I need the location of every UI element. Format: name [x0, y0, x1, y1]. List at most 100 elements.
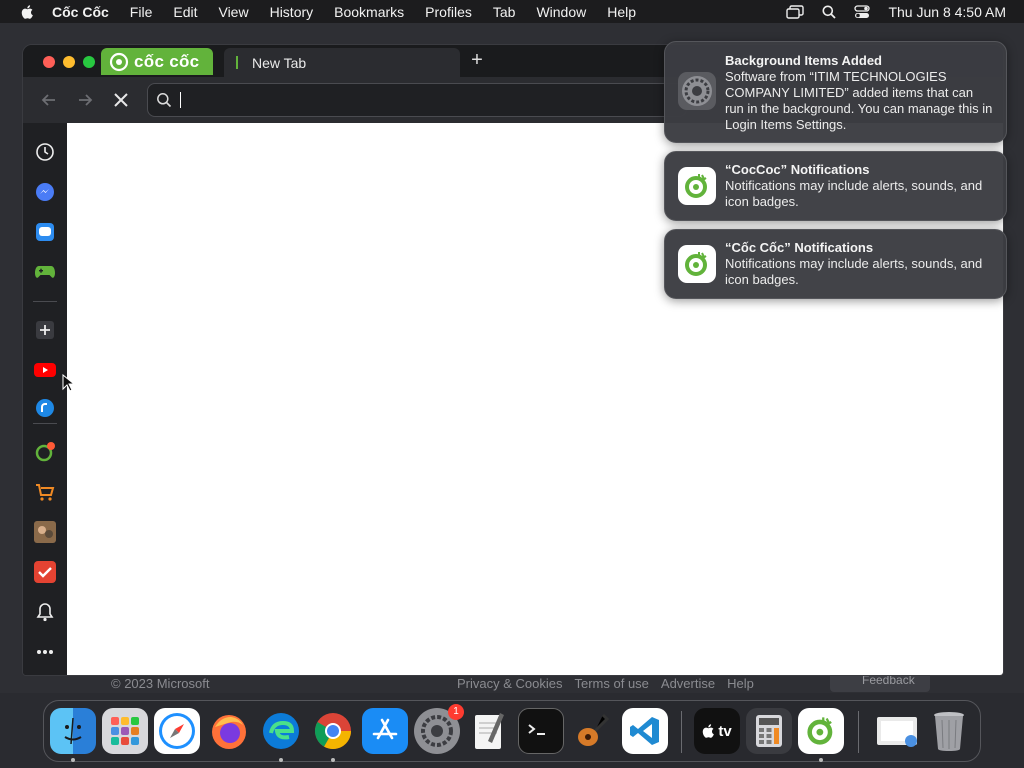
address-caret: [180, 92, 181, 108]
notification-background-items[interactable]: Background Items Added Software from “IT…: [664, 41, 1007, 143]
coccoc-extension-icon: [35, 442, 55, 462]
chrome-icon: [314, 713, 351, 750]
sidebar-games[interactable]: [34, 261, 56, 283]
dock-system-settings[interactable]: 1: [414, 704, 464, 754]
youtube-icon: [34, 363, 56, 377]
sidebar-todo[interactable]: [34, 561, 56, 583]
messenger-icon: [36, 183, 54, 201]
sidebar-zalo[interactable]: [34, 221, 56, 243]
menu-profiles[interactable]: Profiles: [425, 4, 472, 20]
screen-mirroring-icon[interactable]: [786, 4, 805, 19]
zalo-icon: [36, 223, 54, 241]
bell-icon: [36, 603, 54, 622]
apple-tv-icon: [703, 724, 715, 738]
address-bar[interactable]: [147, 83, 687, 117]
background-link-terms[interactable]: Terms of use: [574, 676, 648, 691]
calculator-icon: [756, 715, 782, 747]
sidebar: [23, 123, 67, 675]
sidebar-notifications[interactable]: [34, 601, 56, 623]
menu-edit[interactable]: Edit: [173, 4, 197, 20]
back-arrow-icon[interactable]: [38, 89, 60, 111]
sidebar-game-app[interactable]: [34, 521, 56, 543]
coccoc-icon: [685, 252, 707, 276]
todoist-icon: [34, 561, 56, 583]
dock-downloads[interactable]: [874, 708, 920, 754]
sidebar-messenger[interactable]: [34, 181, 56, 203]
menu-clock[interactable]: Thu Jun 8 4:50 AM: [888, 4, 1006, 20]
spotlight-search-icon[interactable]: [822, 5, 837, 19]
menu-bar: Cốc Cốc File Edit View History Bookmarks…: [0, 0, 1024, 23]
dock-terminal[interactable]: [518, 708, 564, 754]
dock-launchpad[interactable]: [102, 708, 148, 754]
dock-safari[interactable]: [154, 708, 200, 754]
background-link-privacy[interactable]: Privacy & Cookies: [457, 676, 562, 691]
downloads-folder-icon: [877, 717, 917, 747]
dock-coccoc[interactable]: [798, 708, 844, 754]
forward-arrow-icon[interactable]: [74, 89, 96, 111]
menu-help[interactable]: Help: [607, 4, 636, 20]
apple-icon[interactable]: [18, 4, 38, 20]
background-footer: © 2023 Microsoft Privacy & Cookies Terms…: [0, 670, 1024, 694]
dock-apple-tv[interactable]: tv: [694, 708, 740, 754]
dock-finder[interactable]: [50, 708, 96, 754]
window-close-button[interactable]: [43, 56, 55, 68]
sidebar-more[interactable]: [34, 641, 56, 663]
dock-firefox[interactable]: [206, 708, 252, 754]
terminal-icon: [528, 724, 545, 735]
coccoc-logo-icon: [109, 52, 129, 71]
mouse-pointer-icon: [62, 374, 74, 392]
dock-textedit[interactable]: [466, 708, 512, 754]
apple-tv-label: tv: [718, 722, 732, 740]
running-indicator: [331, 758, 335, 762]
guitar-icon: [578, 713, 610, 746]
menu-app-name[interactable]: Cốc Cốc: [52, 4, 109, 20]
shopping-cart-icon: [36, 484, 55, 501]
running-indicator: [279, 758, 283, 762]
background-link-help[interactable]: Help: [727, 676, 754, 691]
stop-loading-icon[interactable]: [110, 89, 132, 111]
gamepad-icon: [35, 266, 55, 278]
control-center-icon[interactable]: [854, 4, 871, 19]
background-footer-links: Privacy & Cookies Terms of use Advertise…: [457, 676, 754, 691]
tab-new-tab[interactable]: New Tab: [224, 48, 460, 77]
sidebar-history[interactable]: [34, 141, 56, 163]
dock-chrome[interactable]: [310, 708, 356, 754]
new-tab-button[interactable]: +: [467, 50, 487, 71]
sidebar-shop[interactable]: [34, 481, 56, 503]
background-link-advertise[interactable]: Advertise: [661, 676, 715, 691]
window-minimize-button[interactable]: [63, 56, 75, 68]
settings-gear-icon: [421, 715, 453, 747]
gear-icon: [682, 76, 712, 106]
notification-body: Notifications may include alerts, sounds…: [725, 178, 983, 209]
sidebar-coccoc-extension[interactable]: [34, 441, 56, 463]
notification-title: “CocCoc” Notifications: [725, 162, 870, 177]
menu-file[interactable]: File: [130, 4, 153, 20]
notification-coc-coc[interactable]: “Cốc Cốc” Notifications Notifications ma…: [664, 229, 1007, 299]
edge-icon: [263, 713, 299, 749]
dock-trash[interactable]: [926, 708, 972, 754]
sidebar-divider: [33, 301, 57, 302]
sidebar-add[interactable]: [34, 319, 56, 341]
dock-calculator[interactable]: [746, 708, 792, 754]
dock: 1 tv: [43, 700, 981, 762]
background-copyright: © 2023 Microsoft: [111, 676, 210, 691]
more-dots-icon: [37, 650, 53, 654]
dock-vscode[interactable]: [622, 708, 668, 754]
dock-app-store[interactable]: [362, 708, 408, 754]
sidebar-app-blue[interactable]: [34, 397, 56, 419]
coccoc-icon: [685, 174, 707, 198]
textedit-icon: [475, 713, 504, 749]
sidebar-youtube[interactable]: [34, 359, 56, 381]
menu-tab[interactable]: Tab: [493, 4, 516, 20]
firefox-icon: [212, 715, 246, 749]
window-zoom-button[interactable]: [83, 56, 95, 68]
notification-coccoc[interactable]: “CocCoc” Notifications Notifications may…: [664, 151, 1007, 221]
coccoc-brand-tab[interactable]: cốc cốc: [101, 48, 213, 75]
menu-history[interactable]: History: [270, 4, 314, 20]
menu-window[interactable]: Window: [536, 4, 586, 20]
dock-edge[interactable]: [258, 708, 304, 754]
menu-bookmarks[interactable]: Bookmarks: [334, 4, 404, 20]
dock-garageband[interactable]: [570, 708, 616, 754]
menu-view[interactable]: View: [218, 4, 248, 20]
notification-icon: [678, 72, 716, 110]
